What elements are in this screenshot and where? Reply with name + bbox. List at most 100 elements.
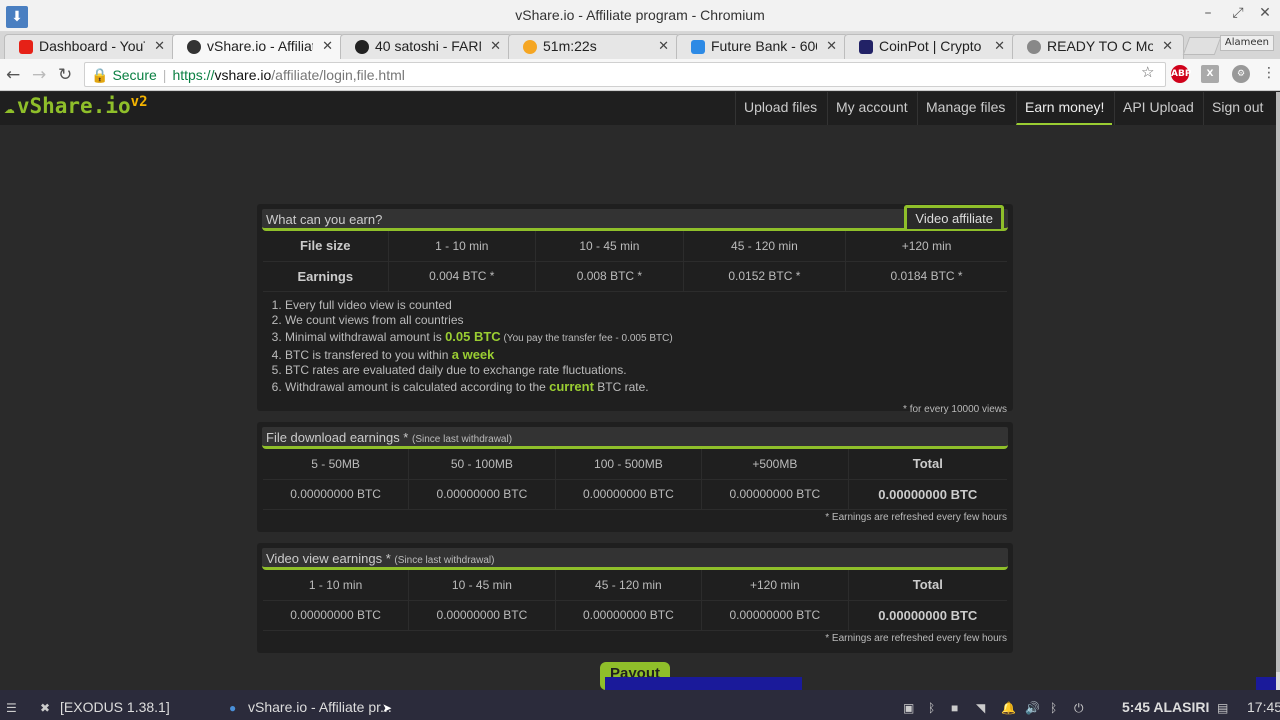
video-panel-header: Video view earnings * (Since last withdr… (262, 548, 1008, 570)
video-subtitle: (Since last withdrawal) (394, 555, 495, 566)
menu-icon[interactable]: ⋮ (1262, 65, 1276, 81)
close-tab-icon[interactable]: ✕ (658, 38, 669, 54)
tab-label: CoinPot | Crypto (879, 38, 982, 54)
close-tab-icon[interactable]: ✕ (994, 38, 1005, 54)
bitcoin-icon (355, 40, 369, 54)
earning-cell: 0.004 BTC * (388, 261, 537, 292)
tab-label: vShare.io - Affiliat (207, 38, 313, 54)
list-item: BTC rates are evaluated daily due to exc… (285, 363, 1013, 379)
tab-strip: Dashboard - YouT ✕ vShare.io - Affiliat … (0, 32, 1280, 59)
table-row: 0.00000000 BTC 0.00000000 BTC 0.00000000… (263, 479, 1007, 510)
taskbar-chromium[interactable]: vShare.io - Affiliate pr... (248, 699, 392, 715)
adblock-icon[interactable]: ABP (1171, 65, 1191, 83)
nav-upload-files[interactable]: Upload files (735, 92, 825, 125)
nav-my-account[interactable]: My account (827, 92, 916, 125)
nav-earn-money[interactable]: Earn money! (1016, 92, 1113, 125)
calendar-icon[interactable]: ▤ (1217, 701, 1228, 715)
clipboard-icon[interactable]: ▣ (903, 701, 914, 715)
download-earnings-panel: File download earnings * (Since last wit… (257, 422, 1013, 532)
list-item: Every full video view is counted (285, 298, 1013, 314)
site-logo[interactable]: ☁vShare.iov2 (4, 94, 148, 118)
tab-label: Future Bank - 600 (711, 38, 817, 54)
window-icon[interactable]: ■ (951, 701, 958, 715)
tab-coinpot[interactable]: CoinPot | Crypto ✕ (844, 34, 1016, 59)
nav-manage-files[interactable]: Manage files (917, 92, 1013, 125)
earn-panel: What can you earn? Video affiliate File … (257, 204, 1013, 415)
size-cell: +120 min (845, 231, 1007, 262)
wifi-icon[interactable]: ◥ (976, 701, 985, 715)
download-table: 5 - 50MB 50 - 100MB 100 - 500MB +500MB T… (263, 449, 1007, 510)
list-item: We count views from all countries (285, 313, 1013, 329)
tab-ready[interactable]: READY TO C Mo ✕ (1012, 34, 1184, 59)
bookmark-star-icon[interactable]: ☆ (1141, 63, 1154, 81)
reload-icon[interactable]: ↻ (58, 65, 72, 85)
youtube-icon (19, 40, 33, 54)
extension-x-icon[interactable]: X (1201, 65, 1219, 83)
tab-timer[interactable]: 51m:22s ✕ (508, 34, 680, 59)
close-tab-icon[interactable]: ✕ (154, 38, 165, 54)
tab-futurebank[interactable]: Future Bank - 600 ✕ (676, 34, 848, 59)
bell-icon[interactable]: 🔔 (1001, 701, 1016, 715)
page-scrollbar[interactable] (1276, 92, 1280, 690)
address-bar[interactable]: 🔒 Secure | https://vshare.io/affiliate/logi… (84, 62, 1166, 87)
video-footnote: * Earnings are refreshed every few hours (825, 632, 1007, 644)
col-header: +120 min (701, 570, 849, 601)
col-header: 100 - 500MB (555, 449, 703, 480)
bluetooth-status-icon[interactable]: ᛒ (1050, 701, 1057, 715)
list-item: BTC is transfered to you within a week (285, 347, 1013, 364)
download-footnote: * Earnings are refreshed every few hours (825, 511, 1007, 523)
power-icon[interactable]: ⏻ (1074, 701, 1084, 716)
forward-icon[interactable]: → (32, 65, 46, 85)
back-icon[interactable]: ← (6, 65, 20, 85)
table-row: 0.00000000 BTC 0.00000000 BTC 0.00000000… (263, 600, 1007, 631)
close-window-icon[interactable]: ✕ (1255, 5, 1275, 21)
clock-primary[interactable]: 5:45 ALASIRI (1122, 699, 1209, 715)
bluetooth-icon[interactable]: ᛒ (928, 701, 935, 715)
video-affiliate-tab[interactable]: Video affiliate (904, 205, 1004, 229)
size-cell: 1 - 10 min (388, 231, 537, 262)
col-header: 1 - 10 min (263, 570, 410, 601)
list-item: Withdrawal amount is calculated accordin… (285, 379, 1013, 396)
taskbar-strip (0, 690, 1280, 697)
url-scheme: https:// (172, 67, 215, 83)
minimize-icon[interactable]: – (1198, 5, 1218, 21)
url-path: /affiliate/login,file.html (271, 67, 405, 83)
download-subtitle: (Since last withdrawal) (412, 434, 513, 445)
taskbar: ☰ ✖ [EXODUS 1.38.1] ● vShare.io - Affili… (0, 697, 1280, 720)
row-label-earnings: Earnings (263, 261, 389, 292)
chromium-icon: ● (229, 701, 237, 715)
list-item: Minimal withdrawal amount is 0.05 BTC (Y… (285, 329, 1013, 347)
volume-icon[interactable]: 🔊 (1025, 701, 1040, 715)
col-header: 50 - 100MB (408, 449, 556, 480)
value-cell: 0.00000000 BTC (555, 479, 703, 510)
col-header-total: Total (848, 570, 1007, 601)
earn-table: File size 1 - 10 min 10 - 45 min 45 - 12… (263, 231, 1007, 292)
close-tab-icon[interactable]: ✕ (826, 38, 837, 54)
tab-vshare[interactable]: vShare.io - Affiliat ✕ (172, 34, 344, 59)
value-cell: 0.00000000 BTC (263, 479, 410, 510)
close-tab-icon[interactable]: ✕ (490, 38, 501, 54)
earning-cell: 0.0152 BTC * (683, 261, 847, 292)
table-row: File size 1 - 10 min 10 - 45 min 45 - 12… (263, 231, 1007, 262)
restore-icon[interactable]: ⤢ (1228, 5, 1248, 21)
close-tab-icon[interactable]: ✕ (322, 38, 333, 54)
clock-secondary[interactable]: 17:45 (1247, 699, 1280, 715)
close-tab-icon[interactable]: ✕ (1162, 38, 1173, 54)
app-menu-icon[interactable]: ☰ (6, 701, 17, 715)
earn-panel-header: What can you earn? Video affiliate (262, 205, 1008, 231)
profile-badge[interactable]: Alameen (1219, 35, 1274, 51)
tab-satoshi[interactable]: 40 satoshi - FARM ✕ (340, 34, 512, 59)
col-header: 10 - 45 min (408, 570, 556, 601)
new-tab-button[interactable] (1182, 37, 1222, 55)
nav-api-upload[interactable]: API Upload (1114, 92, 1202, 125)
tab-label: Dashboard - YouT (39, 38, 145, 54)
video-earnings-panel: Video view earnings * (Since last withdr… (257, 543, 1013, 653)
overlay-bar (605, 677, 802, 690)
taskbar-exodus[interactable]: [EXODUS 1.38.1] (60, 699, 170, 715)
nav-sign-out[interactable]: Sign out (1203, 92, 1271, 125)
value-cell: 0.00000000 BTC (408, 600, 556, 631)
tab-youtube[interactable]: Dashboard - YouT ✕ (4, 34, 176, 59)
extension-gear-icon[interactable]: ⚙ (1232, 65, 1250, 83)
cursor-icon: ➤ (382, 701, 393, 715)
vshare-icon (187, 40, 201, 54)
